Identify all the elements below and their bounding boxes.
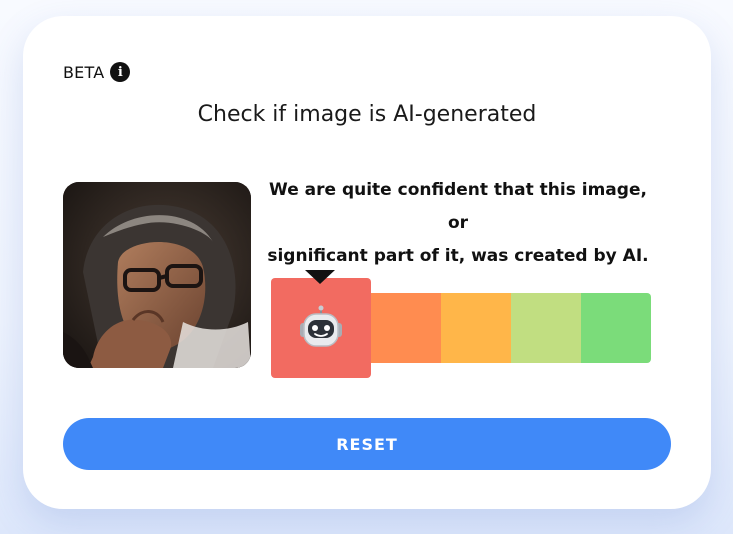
result-line-1: We are quite confident that this image, …: [269, 180, 647, 233]
detector-card: BETA i Check if image is AI-generated We…: [23, 16, 711, 509]
beta-badge: BETA i: [63, 62, 131, 82]
result-message: We are quite confident that this image, …: [263, 174, 653, 273]
meter-segment-human: [581, 293, 651, 363]
info-icon[interactable]: i: [110, 62, 131, 82]
meter-segment-likely-human: [511, 293, 581, 363]
confidence-meter: [271, 270, 651, 378]
meter-segment-likely-ai: [371, 293, 441, 363]
result-line-2: significant part of it, was created by A…: [267, 246, 649, 266]
reset-button[interactable]: RESET: [63, 418, 671, 470]
meter-segment-unsure: [441, 293, 511, 363]
page-title: Check if image is AI-generated: [197, 102, 537, 127]
uploaded-image: [63, 182, 251, 368]
robot-icon: [300, 305, 342, 347]
meter-pointer: [305, 270, 335, 284]
beta-label: BETA: [63, 62, 105, 82]
